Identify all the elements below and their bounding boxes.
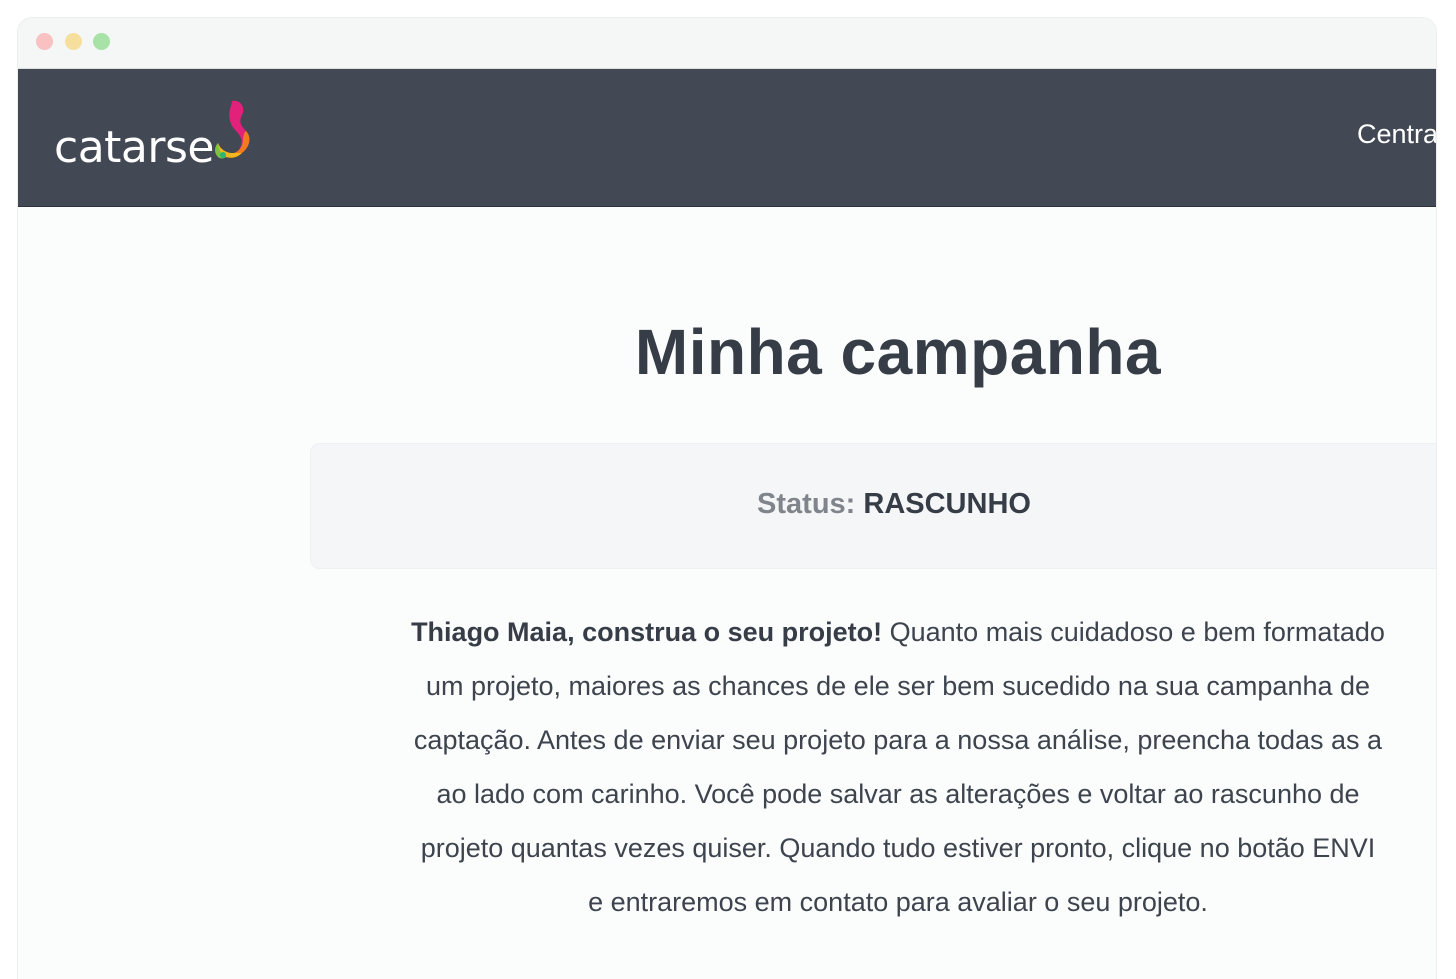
minimize-window-button[interactable] — [65, 33, 82, 50]
maximize-window-button[interactable] — [93, 33, 110, 50]
main-content: Minha campanha Status: RASCUNHO Thiago M… — [18, 207, 1436, 979]
intro-line: projeto quantas vezes quiser. Quando tud… — [420, 833, 1376, 863]
window-titlebar — [18, 18, 1436, 69]
status-panel: Status: RASCUNHO — [310, 443, 1436, 569]
catarse-swirl-icon — [215, 100, 250, 159]
intro-paragraph: Thiago Maia, construa o seu projeto! Qua… — [310, 605, 1436, 929]
intro-line-text: Quanto mais cuidadoso e bem formatado — [882, 617, 1385, 647]
browser-window: catarse Centra Minha campanha Status: RA… — [18, 18, 1436, 979]
close-window-button[interactable] — [36, 33, 53, 50]
site-header: catarse Centra — [18, 69, 1436, 207]
intro-line: captação. Antes de enviar seu projeto pa… — [413, 725, 1383, 755]
catarse-logo[interactable]: catarse — [54, 97, 274, 173]
intro-line: um projeto, maiores as chances de ele se… — [425, 671, 1371, 701]
nav-link-central[interactable]: Centra — [1357, 119, 1436, 150]
status-line: Status: RASCUNHO — [311, 488, 1436, 521]
status-label: Status: — [757, 488, 856, 520]
intro-line: ao lado com carinho. Você pode salvar as… — [436, 779, 1360, 809]
logo-text: catarse — [54, 122, 214, 173]
status-badge: RASCUNHO — [863, 488, 1031, 520]
page-title: Minha campanha — [634, 316, 1162, 388]
intro-greeting: Thiago Maia, construa o seu projeto! — [411, 617, 883, 647]
intro-line: Thiago Maia, construa o seu projeto! Qua… — [310, 605, 1436, 659]
intro-line: e entraremos em contato para avaliar o s… — [588, 887, 1208, 917]
